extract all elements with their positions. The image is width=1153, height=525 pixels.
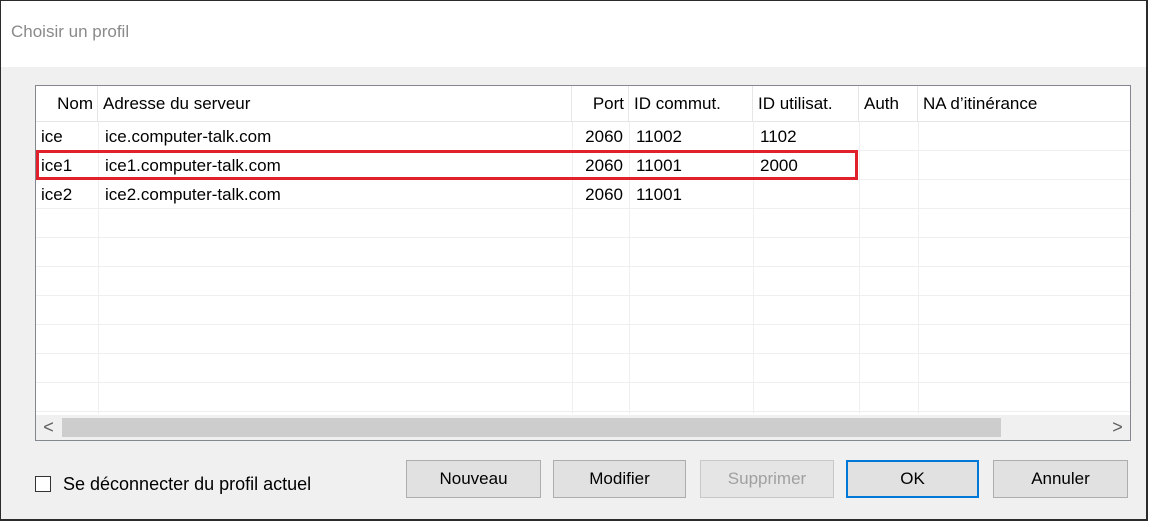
empty-row <box>36 267 1130 296</box>
cell-port: 2060 <box>585 185 623 204</box>
dialog-title: Choisir un profil <box>11 22 130 41</box>
empty-row <box>36 383 1130 412</box>
column-header-port[interactable]: Port <box>572 86 629 121</box>
empty-row <box>36 296 1130 325</box>
cell-adresse: ice.computer-talk.com <box>105 127 272 146</box>
edit-button[interactable]: Modifier <box>553 460 686 498</box>
column-header-na-itinerance[interactable]: NA d’itinérance <box>918 86 1130 121</box>
empty-row <box>36 325 1130 354</box>
cell-id-commut: 11002 <box>636 127 683 146</box>
choose-profile-dialog: Choisir un profil Nom Adresse du serveur… <box>0 0 1148 521</box>
disconnect-checkbox[interactable] <box>35 476 51 492</box>
chevron-left-icon[interactable]: < <box>36 415 61 440</box>
cell-adresse: ice1.computer-talk.com <box>105 156 281 175</box>
column-header-adresse[interactable]: Adresse du serveur <box>98 86 572 121</box>
column-header-id-commut[interactable]: ID commut. <box>629 86 753 121</box>
cell-id-commut: 11001 <box>636 185 683 204</box>
table-row[interactable]: ice1 ice1.computer-talk.com 2060 11001 2… <box>36 151 1130 180</box>
cell-id-utilisat: 1102 <box>760 127 797 146</box>
column-header-nom[interactable]: Nom <box>36 86 98 121</box>
empty-row <box>36 238 1130 267</box>
horizontal-scrollbar[interactable]: < > <box>36 415 1130 440</box>
cell-id-utilisat <box>757 180 859 209</box>
cell-id-utilisat: 2000 <box>760 156 798 175</box>
cell-port: 2060 <box>585 127 623 146</box>
cell-nom: ice <box>41 127 63 146</box>
new-button[interactable]: Nouveau <box>406 460 541 498</box>
scrollbar-thumb[interactable] <box>62 418 1001 437</box>
ok-button[interactable]: OK <box>846 460 979 498</box>
empty-row <box>36 354 1130 383</box>
disconnect-checkbox-label[interactable]: Se déconnecter du profil actuel <box>63 474 311 495</box>
column-header-auth[interactable]: Auth <box>859 86 918 121</box>
table-row[interactable]: ice ice.computer-talk.com 2060 11002 110… <box>36 122 1130 151</box>
column-header-id-utilisat[interactable]: ID utilisat. <box>753 86 859 121</box>
chevron-right-icon[interactable]: > <box>1105 415 1130 440</box>
list-header: Nom Adresse du serveur Port ID commut. I… <box>36 86 1130 122</box>
cell-adresse: ice2.computer-talk.com <box>105 185 281 204</box>
title-bar: Choisir un profil <box>1 1 1146 67</box>
cancel-button[interactable]: Annuler <box>993 460 1128 498</box>
empty-row <box>36 209 1130 238</box>
table-row[interactable]: ice2 ice2.computer-talk.com 2060 11001 <box>36 180 1130 209</box>
cell-id-commut: 11001 <box>636 156 683 175</box>
delete-button[interactable]: Supprimer <box>700 460 834 498</box>
cell-nom: ice1 <box>41 156 73 175</box>
cell-port: 2060 <box>585 156 623 175</box>
cell-nom: ice2 <box>41 185 73 204</box>
profile-list[interactable]: Nom Adresse du serveur Port ID commut. I… <box>35 85 1131 441</box>
